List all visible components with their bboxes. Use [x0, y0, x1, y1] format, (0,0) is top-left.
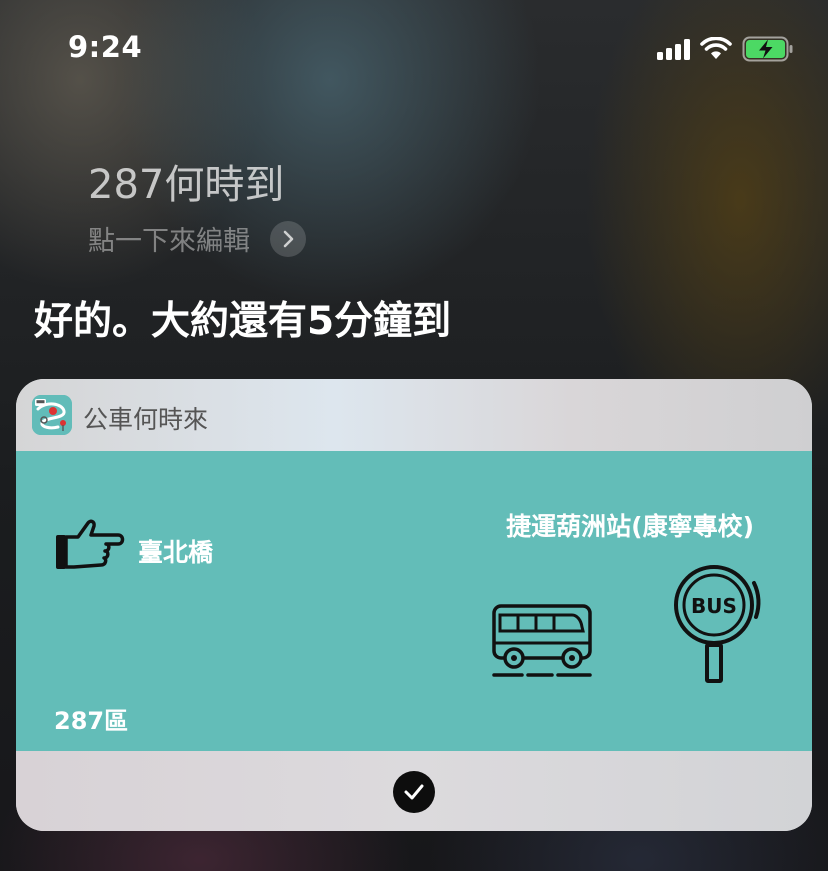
status-icons: [657, 36, 794, 62]
siri-query[interactable]: 287何時到: [88, 152, 284, 210]
status-time: 9:24: [68, 30, 143, 64]
pointing-hand-icon: [56, 519, 125, 569]
battery-charging-icon: [742, 36, 793, 62]
bus-icon: [492, 604, 592, 677]
edit-query-row[interactable]: 點一下來編輯: [88, 219, 306, 258]
card-body[interactable]: 臺北橋 捷運葫洲站(康寧專校) BUS 287區: [16, 451, 812, 751]
route-number: 287區: [54, 707, 129, 735]
done-button[interactable]: [393, 771, 435, 813]
card-footer: [16, 751, 812, 831]
wifi-icon: [700, 37, 732, 59]
checkmark-icon: [404, 784, 424, 800]
to-stop: 捷運葫洲站(康寧專校): [506, 512, 754, 541]
cellular-signal-icon: [657, 38, 690, 60]
bus-stop-sign-text: BUS: [691, 594, 737, 618]
bus-arrival-card[interactable]: 公車何時來 臺北橋 捷運葫洲站(康寧專校) BUS 287區: [16, 379, 812, 831]
app-name: 公車何時來: [83, 405, 209, 434]
bus-stop-sign-icon: BUS: [668, 559, 764, 689]
chevron-right-icon[interactable]: [270, 220, 306, 257]
edit-hint[interactable]: 點一下來編輯: [88, 219, 250, 258]
siri-reply: 好的。大約還有5分鐘到: [34, 299, 452, 344]
from-stop: 臺北橋: [138, 538, 214, 567]
card-header: 公車何時來: [16, 379, 812, 451]
bus-app-icon: [32, 395, 72, 435]
